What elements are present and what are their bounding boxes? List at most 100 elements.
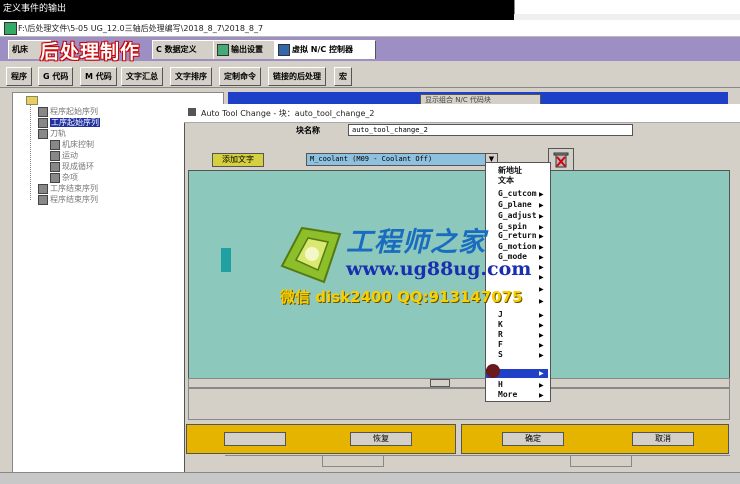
tree-item-label: 程序结束序列 — [50, 195, 98, 204]
subtab-linked-posts[interactable]: 链接的后处理 — [268, 67, 326, 86]
tree-item-operation-start[interactable]: 工序起始序列 — [38, 117, 100, 128]
submenu-arrow-icon: ▶ — [539, 213, 544, 220]
subtab-word-sequence[interactable]: 文字排序 — [170, 67, 212, 86]
submenu-arrow-icon: ▶ — [539, 370, 544, 377]
tree-guide — [30, 104, 32, 200]
menu-item-f[interactable]: F — [498, 340, 503, 349]
trash-button[interactable] — [548, 148, 574, 172]
subtab-m-code-label: M 代码 — [85, 72, 112, 81]
subtab-custom-command-label: 定制命令 — [224, 72, 256, 81]
status-bar — [0, 472, 740, 484]
submenu-arrow-icon: ▶ — [539, 312, 544, 319]
top-input-area[interactable] — [514, 0, 740, 14]
tree-item-label: 程序起始序列 — [50, 107, 98, 116]
subtab-linked-posts-label: 链接的后处理 — [273, 72, 321, 81]
ok-button[interactable]: 确定 — [502, 432, 564, 446]
overlay-title: 后处理制作 — [40, 41, 141, 63]
menu-item-g-cutcom[interactable]: G_cutcom — [498, 189, 537, 198]
tab-output-settings[interactable]: 输出设置 — [213, 40, 277, 59]
subtab-macro-label: 宏 — [339, 72, 347, 81]
bottom-button-right[interactable] — [570, 455, 632, 467]
folder-icon — [26, 96, 38, 105]
subtab-g-code-label: G 代码 — [43, 72, 69, 81]
blank-button[interactable] — [224, 432, 286, 446]
menu-item-more[interactable]: More — [498, 390, 517, 399]
subtab-program[interactable]: 程序 — [6, 67, 32, 86]
bottom-button-strip — [225, 455, 730, 470]
horizontal-scrollbar[interactable] — [188, 378, 730, 388]
tab-output-label: 输出设置 — [231, 45, 263, 54]
tree-item-label: 现成循环 — [62, 162, 94, 171]
mouse-pointer-icon — [486, 364, 500, 378]
machine-control-icon — [50, 139, 60, 150]
subtab-g-code[interactable]: G 代码 — [38, 67, 74, 86]
watermark-brand: 工程师之家 — [346, 227, 486, 258]
tree-item-label: 工序结束序列 — [50, 184, 98, 193]
dialog-icon — [188, 108, 196, 116]
subtab-macro[interactable]: 宏 — [334, 67, 352, 86]
subtab-word-summary-label: 文字汇总 — [126, 72, 158, 81]
tree-item-program-end[interactable]: 程序结束序列 — [38, 194, 98, 205]
add-text-button[interactable]: 添加文字 — [212, 153, 264, 167]
submenu-arrow-icon: ▶ — [539, 264, 544, 271]
submenu-arrow-icon: ▶ — [539, 274, 544, 281]
scrollbar-thumb[interactable] — [430, 379, 450, 387]
watermark-url: www.ug88ug.com — [346, 258, 532, 280]
tree-item-program-start[interactable]: 程序起始序列 — [38, 106, 98, 117]
menu-item-g-return[interactable]: G_return — [498, 231, 537, 240]
tab-nc-data-definition[interactable]: C 数据定义 — [152, 40, 216, 59]
menu-item-text[interactable]: 文本 — [498, 175, 514, 186]
bottom-button-left[interactable] — [322, 455, 384, 467]
submenu-arrow-icon: ▶ — [539, 254, 544, 261]
tree-item-label: 刀轨 — [50, 129, 66, 138]
tree-item-canned-cycle[interactable]: 现成循环 — [50, 161, 94, 172]
tree-item-label: 工序起始序列 — [50, 118, 100, 127]
tab-vnc-label: 虚拟 N/C 控制器 — [292, 45, 354, 54]
app-icon — [4, 22, 17, 35]
motion-icon — [50, 150, 60, 161]
submenu-arrow-icon: ▶ — [539, 352, 544, 359]
menu-item-g-adjust[interactable]: G_adjust — [498, 211, 537, 220]
tab-virtual-nc-controller[interactable]: 虚拟 N/C 控制器 — [274, 40, 376, 59]
tab-nc-data-label: C 数据定义 — [156, 45, 197, 54]
menu-item-g-plane[interactable]: G_plane — [498, 200, 532, 209]
sequence-icon — [38, 183, 48, 194]
submenu-arrow-icon: ▶ — [539, 382, 544, 389]
menu-item-r[interactable]: R — [498, 330, 503, 339]
block-insert-marker[interactable] — [221, 248, 231, 272]
subtab-custom-command[interactable]: 定制命令 — [219, 67, 261, 86]
tree-item-motion[interactable]: 运动 — [50, 150, 78, 161]
word-select[interactable]: M_coolant (M09 - Coolant Off) — [306, 153, 487, 166]
trash-icon — [553, 152, 569, 168]
menu-item-g-motion[interactable]: G_motion — [498, 242, 537, 251]
subtab-word-summary[interactable]: 文字汇总 — [121, 67, 163, 86]
menu-item-h[interactable]: H — [498, 380, 503, 389]
submenu-arrow-icon: ▶ — [539, 224, 544, 231]
tree-item-operation-end[interactable]: 工序结束序列 — [38, 183, 98, 194]
tree-item-misc[interactable]: 杂项 — [50, 172, 78, 183]
menu-item-j[interactable]: J — [498, 310, 503, 319]
tree-item-toolpath[interactable]: 刀轨 — [38, 128, 66, 139]
submenu-arrow-icon: ▶ — [539, 286, 544, 293]
subtab-m-code[interactable]: M 代码 — [80, 67, 117, 86]
menu-item-s[interactable]: S — [498, 350, 503, 359]
window-path: F:\后处理文件\5-05 UG_12.0三轴后处理编写\2018_8_7\20… — [18, 24, 264, 33]
output-settings-icon — [217, 43, 229, 56]
submenu-arrow-icon: ▶ — [539, 298, 544, 305]
block-name-label: 块名称 — [296, 126, 320, 135]
tree-item-machine-control[interactable]: 机床控制 — [50, 139, 94, 150]
watermark-logo-icon — [280, 226, 342, 284]
tree-item-label: 机床控制 — [62, 140, 94, 149]
block-name-input[interactable]: auto_tool_change_2 — [348, 124, 633, 136]
cancel-button[interactable]: 取消 — [632, 432, 694, 446]
cycle-icon — [50, 161, 60, 172]
dialog-title: Auto Tool Change - 块：auto_tool_change_2 — [201, 109, 375, 118]
menu-item-k[interactable]: K — [498, 320, 503, 329]
restore-button[interactable]: 恢复 — [350, 432, 412, 446]
toolpath-icon — [38, 128, 48, 139]
sequence-icon — [38, 106, 48, 117]
submenu-arrow-icon: ▶ — [539, 322, 544, 329]
submenu-arrow-icon: ▶ — [539, 392, 544, 399]
menu-item-g-spin[interactable]: G_spin — [498, 222, 527, 231]
submenu-arrow-icon: ▶ — [539, 202, 544, 209]
